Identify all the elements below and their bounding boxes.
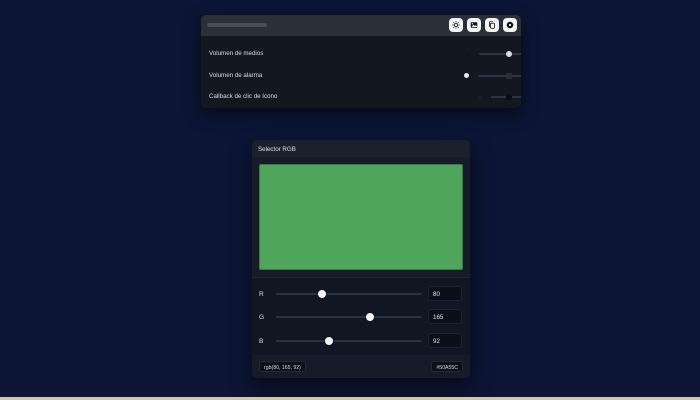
channel-value-input[interactable]: 80 [428, 286, 462, 301]
slider-track[interactable] [478, 74, 521, 77]
channel-row-g: G 165 [252, 309, 470, 325]
channel-value-input[interactable]: 165 [428, 309, 462, 324]
volume-panel: Volumen de medios Volumen de alarma Call… [201, 15, 521, 108]
lead-dot-icon [464, 73, 469, 78]
channel-row-r: R 80 [252, 286, 470, 302]
copy-icon [489, 21, 495, 29]
copy-button[interactable] [485, 18, 499, 32]
rgb-picker-title: Selector RGB [258, 145, 296, 153]
record-button[interactable] [503, 18, 517, 32]
color-preview [259, 164, 463, 270]
channel-thumb[interactable] [324, 336, 333, 345]
record-icon [506, 21, 514, 29]
channel-row-b: B 92 [252, 333, 470, 349]
sun-button[interactable] [449, 18, 463, 32]
rgb-text-chip[interactable]: rgb(80, 165, 92) [259, 361, 306, 372]
slider-label: Volumen de medios [209, 50, 264, 57]
channel-thumb[interactable] [317, 289, 326, 298]
channel-value-input[interactable]: 92 [428, 333, 462, 348]
slider-row-media-volume: Volumen de medios [201, 43, 521, 65]
channel-thumb[interactable] [366, 312, 375, 321]
image-button[interactable] [467, 18, 481, 32]
slider-row-alarm-volume: Volumen de alarma [201, 65, 521, 87]
slider-track[interactable] [479, 53, 521, 55]
channel-label: G [259, 313, 265, 321]
sun-icon [452, 21, 460, 29]
filled-circle-icon[interactable] [506, 94, 512, 100]
rgb-picker: Selector RGB R 80 G 165 B 92 rgb(80, 165… [252, 140, 470, 378]
channel-track[interactable] [276, 316, 422, 318]
channel-track[interactable] [276, 340, 422, 342]
channel-sliders: R 80 G 165 B 92 [252, 277, 470, 355]
lead-dot-icon [466, 51, 471, 57]
channel-label: B [259, 337, 264, 345]
toolbar-title-placeholder [207, 23, 267, 27]
slider-label: Callback de clic de ícono [209, 93, 278, 100]
panel-toolbar [201, 15, 521, 36]
hex-text-chip[interactable]: #50A55C [431, 361, 463, 372]
lead-dot-icon [478, 94, 483, 100]
rgb-picker-header: Selector RGB [252, 140, 470, 157]
circle-dot-icon[interactable] [506, 51, 512, 57]
slider-row-icon-click-callback: Callback de clic de ícono [201, 86, 521, 108]
toolbar-buttons [449, 18, 517, 32]
image-icon [470, 22, 478, 28]
channel-track[interactable] [276, 293, 422, 295]
channel-label: R [259, 290, 264, 298]
square-icon[interactable] [506, 72, 512, 79]
rgb-picker-footer: rgb(80, 165, 92) #50A55C [252, 356, 470, 378]
slider-label: Volumen de alarma [209, 71, 263, 79]
